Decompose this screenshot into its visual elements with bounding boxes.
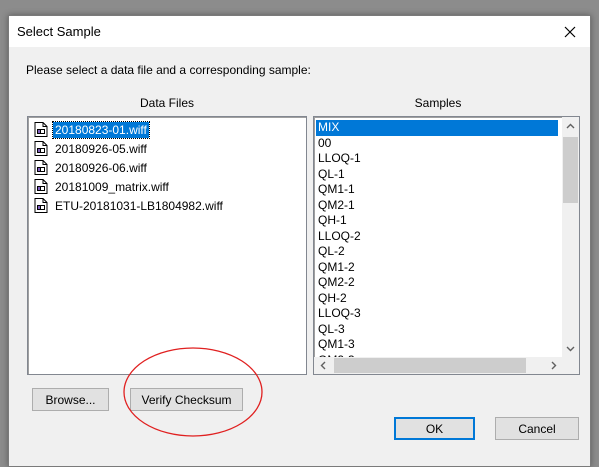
- browse-button[interactable]: Browse...: [32, 388, 109, 411]
- sample-item[interactable]: QM2-2: [316, 275, 558, 291]
- wiff-file-icon: [34, 160, 48, 175]
- sample-item[interactable]: LLOQ-2: [316, 229, 558, 245]
- sample-item[interactable]: QL-1: [316, 167, 558, 183]
- samples-horizontal-scroll-thumb[interactable]: [334, 358, 526, 373]
- dialog-title: Select Sample: [17, 24, 101, 39]
- data-file-name: ETU-20181031-LB1804982.wiff: [55, 198, 223, 213]
- chevron-down-icon: [566, 346, 575, 351]
- wiff-file-icon: [34, 122, 48, 137]
- data-file-name: 20181009_matrix.wiff: [55, 179, 169, 194]
- sample-item[interactable]: QM1-3: [316, 337, 558, 353]
- sample-item[interactable]: 00: [316, 136, 558, 152]
- sample-item[interactable]: QL-3: [316, 322, 558, 338]
- sample-item[interactable]: QM2-1: [316, 198, 558, 214]
- chevron-up-icon: [566, 123, 575, 128]
- data-file-item[interactable]: 20180926-06.wiff: [34, 158, 149, 177]
- data-file-name: 20180926-06.wiff: [55, 160, 147, 175]
- data-file-item[interactable]: 20180926-05.wiff: [34, 139, 149, 158]
- sample-item[interactable]: QM1-1: [316, 182, 558, 198]
- data-file-name: 20180926-05.wiff: [55, 141, 147, 156]
- wiff-file-icon: [34, 198, 48, 213]
- sample-item[interactable]: QH-2: [316, 291, 558, 307]
- sample-item[interactable]: QH-1: [316, 213, 558, 229]
- data-file-item[interactable]: 20181009_matrix.wiff: [34, 177, 171, 196]
- sample-item[interactable]: QL-2: [316, 244, 558, 260]
- wiff-file-icon: [34, 179, 48, 194]
- scroll-down-button[interactable]: [562, 340, 579, 357]
- sample-item[interactable]: MIX: [316, 120, 558, 136]
- instruction-text: Please select a data file and a correspo…: [26, 63, 311, 77]
- verify-checksum-button[interactable]: Verify Checksum: [130, 388, 243, 411]
- scroll-right-button[interactable]: [545, 357, 562, 374]
- wiff-file-icon: [34, 141, 48, 156]
- samples-vertical-scroll-thumb[interactable]: [563, 137, 578, 203]
- chevron-left-icon: [320, 361, 325, 370]
- sample-item[interactable]: LLOQ-1: [316, 151, 558, 167]
- select-sample-dialog: Select Sample Please select a data file …: [8, 15, 591, 467]
- cancel-button[interactable]: Cancel: [495, 417, 579, 440]
- data-files-label: Data Files: [139, 96, 195, 110]
- close-button[interactable]: [550, 16, 590, 47]
- close-icon: [564, 26, 576, 37]
- ok-button[interactable]: OK: [394, 417, 475, 440]
- samples-label: Samples: [414, 96, 462, 110]
- samples-list[interactable]: MIX 00 LLOQ-1 QL-1 QM1-1 QM2-1 QH-1 LLOQ-2 QL-2 Q…: [313, 116, 580, 375]
- scroll-up-button[interactable]: [562, 117, 579, 134]
- title-bar: Select Sample: [9, 16, 590, 47]
- samples-horizontal-scrollbar[interactable]: [314, 357, 562, 374]
- data-file-item[interactable]: ETU-20181031-LB1804982.wiff: [34, 196, 225, 215]
- samples-vertical-scrollbar[interactable]: [562, 117, 579, 357]
- scroll-left-button[interactable]: [314, 357, 331, 374]
- data-file-name: 20180823-01.wiff: [52, 120, 150, 139]
- data-file-item[interactable]: 20180823-01.wiff: [34, 120, 150, 139]
- sample-item[interactable]: LLOQ-3: [316, 306, 558, 322]
- data-files-list[interactable]: 20180823-01.wiff 20180926-05.wiff 20180926…: [27, 116, 307, 375]
- scrollbar-corner: [562, 357, 579, 374]
- sample-item[interactable]: QM1-2: [316, 260, 558, 276]
- chevron-right-icon: [551, 361, 556, 370]
